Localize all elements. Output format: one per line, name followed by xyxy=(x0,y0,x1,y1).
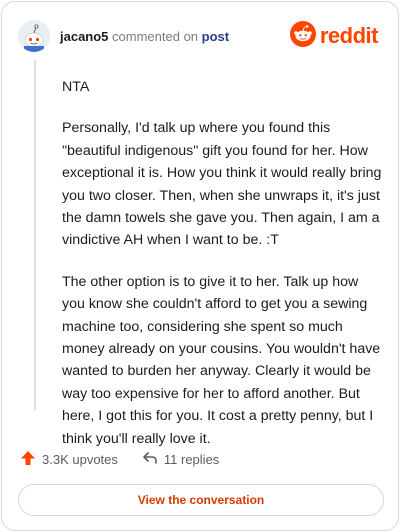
replies-button[interactable]: 11 replies xyxy=(142,450,219,469)
post-link[interactable]: post xyxy=(202,29,229,44)
thread-line xyxy=(34,60,36,410)
view-conversation-button[interactable]: View the conversation xyxy=(18,484,384,516)
upvote-arrow-icon xyxy=(20,450,42,469)
comment-paragraph: NTA xyxy=(62,79,90,95)
reply-count: 11 replies xyxy=(163,452,220,467)
reply-arrow-icon xyxy=(142,450,164,469)
comment-header: jacano5 commented on post reddit xyxy=(18,18,382,54)
comment-meta: jacano5 commented on post xyxy=(60,29,290,44)
comment-card: jacano5 commented on post reddit NTA Per… xyxy=(1,1,399,531)
action-text: commented on xyxy=(112,28,199,44)
comment-body: NTA Personally, I'd talk up where you fo… xyxy=(62,76,382,469)
reddit-alien-logo-icon xyxy=(289,20,316,52)
snoo-avatar-icon[interactable] xyxy=(18,20,50,52)
comment-actions: 3.3K upvotes 11 replies xyxy=(20,450,243,469)
upvote-button[interactable]: 3.3K upvotes xyxy=(20,450,118,469)
reddit-brand[interactable]: reddit xyxy=(289,20,379,52)
upvote-count: 3.3K upvotes xyxy=(42,452,118,467)
username-link[interactable]: jacano5 xyxy=(60,29,108,44)
comment-paragraph: Personally, I'd talk up where you found … xyxy=(62,120,382,249)
reddit-wordmark: reddit xyxy=(319,23,379,48)
comment-paragraph: The other option is to give it to her. T… xyxy=(62,273,381,447)
